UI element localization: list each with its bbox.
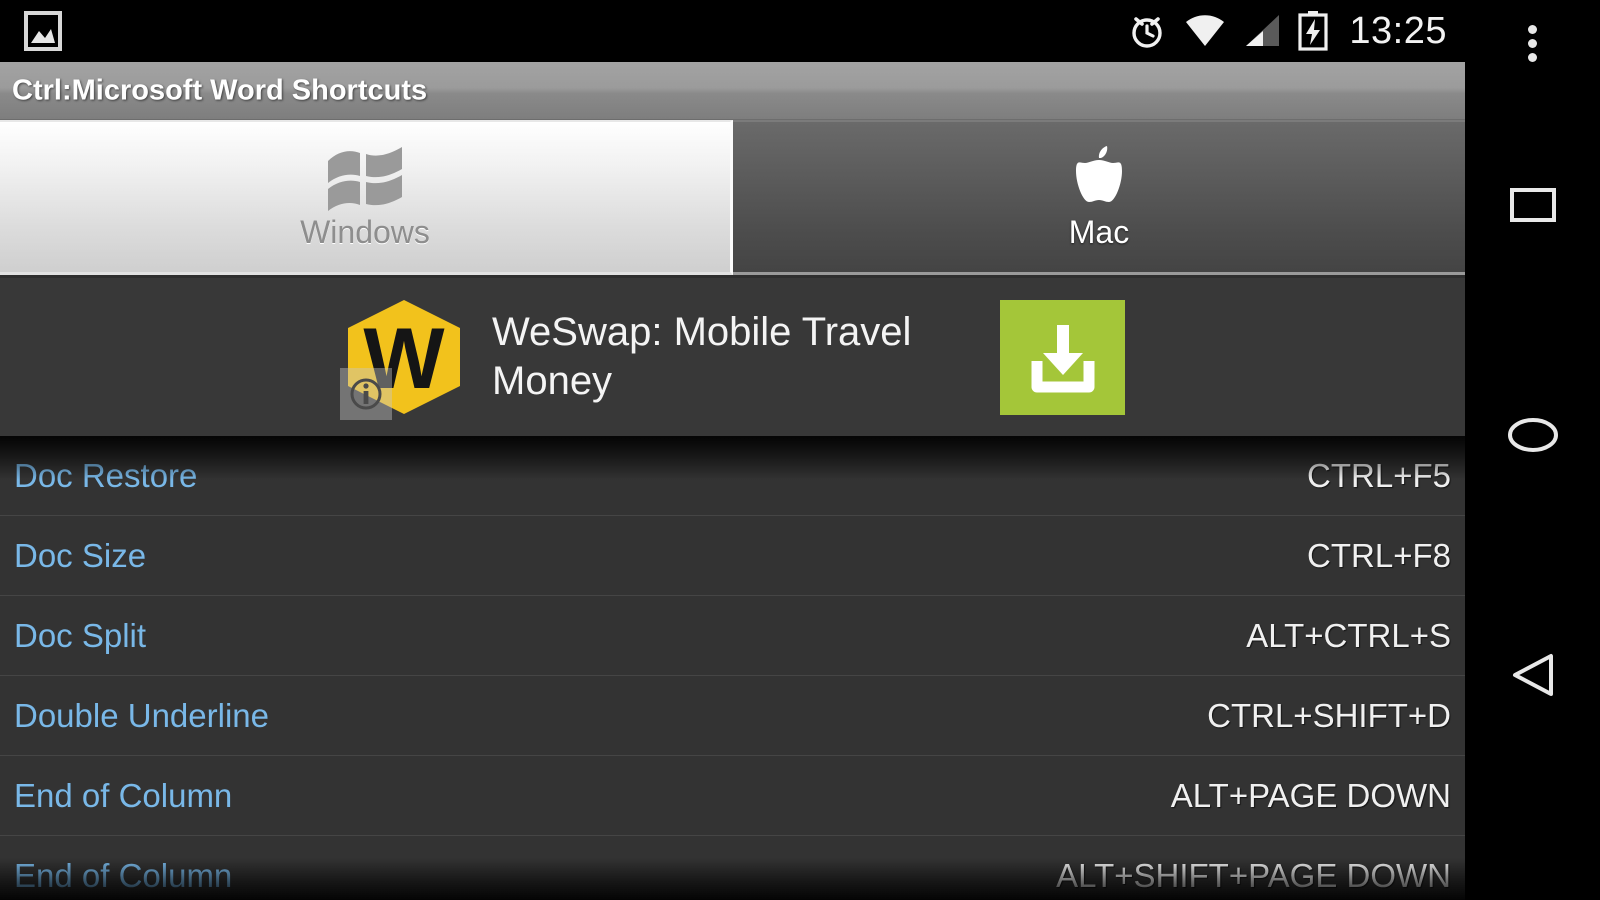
shortcut-name: Doc Restore [14,457,198,494]
status-icons: 13:25 [1127,0,1447,62]
table-row[interactable]: Doc Split ALT+CTRL+S [0,596,1465,676]
apple-logo-icon [1070,146,1128,212]
shortcut-name: Doc Split [14,616,147,654]
windows-logo-icon [322,146,408,212]
screen: 13:25 Ctrl:Microsoft Word Shortcuts Wind… [0,0,1600,900]
tab-mac-label: Mac [1068,214,1130,250]
tab-mac[interactable]: Mac [733,120,1465,275]
status-clock: 13:25 [1349,10,1447,52]
shortcut-keys: CTRL+F5 [1307,457,1451,494]
table-row[interactable]: Double Underline CTRL+SHIFT+D [0,676,1465,756]
table-row[interactable]: End of Column ALT+SHIFT+PAGE DOWN [0,836,1465,900]
shortcut-keys: CTRL+F8 [1307,536,1451,574]
back-triangle-icon[interactable] [1465,630,1600,720]
recents-square-icon[interactable] [1465,160,1600,250]
overflow-menu-icon[interactable] [1465,8,1600,78]
phone-viewport: 13:25 Ctrl:Microsoft Word Shortcuts Wind… [0,0,1465,900]
ad-headline: WeSwap: Mobile Travel Money [492,310,912,403]
shortcut-keys: ALT+SHIFT+PAGE DOWN [1056,856,1451,894]
overflow-dot [1528,38,1537,48]
home-circle-icon[interactable] [1465,390,1600,480]
table-row[interactable]: Doc Size CTRL+F8 [0,516,1465,596]
shortcut-name: End of Column [14,776,233,814]
wifi-icon [1186,15,1225,46]
alarm-icon [1132,17,1163,48]
platform-tabs: Windows Mac [0,120,1465,275]
table-row[interactable]: Doc Restore CTRL+F5 [0,436,1465,516]
battery-charging-icon [1298,11,1329,51]
overflow-dot [1528,24,1537,34]
page-title: Ctrl:Microsoft Word Shortcuts [12,74,428,106]
shortcut-name: Doc Size [14,536,147,574]
tab-windows-label: Windows [300,214,430,250]
app-title-bar: Ctrl:Microsoft Word Shortcuts [0,62,1465,120]
ad-download-button[interactable] [1000,300,1125,415]
shortcut-keys: CTRL+SHIFT+D [1207,696,1451,734]
shortcut-keys: ALT+PAGE DOWN [1170,776,1451,814]
weswap-hexagon-logo-icon: W [340,298,468,420]
image-notification-icon [22,9,64,53]
overflow-dot [1528,52,1537,62]
shortcut-name: End of Column [14,856,233,894]
ad-info-icon[interactable] [340,368,392,420]
shortcut-keys: ALT+CTRL+S [1246,616,1451,654]
shortcut-name: Double Underline [14,696,269,734]
shortcut-list[interactable]: Doc Restore CTRL+F5 Doc Size CTRL+F8 Doc… [0,436,1465,900]
system-navigation-bar [1465,0,1600,900]
tab-windows[interactable]: Windows [0,120,733,275]
table-row[interactable]: End of Column ALT+PAGE DOWN [0,756,1465,836]
ad-banner[interactable]: W WeSwap: Mobile Travel Money [0,278,1465,436]
download-icon [1031,324,1094,392]
signal-icon [1246,15,1280,46]
status-bar: 13:25 [0,0,1465,62]
